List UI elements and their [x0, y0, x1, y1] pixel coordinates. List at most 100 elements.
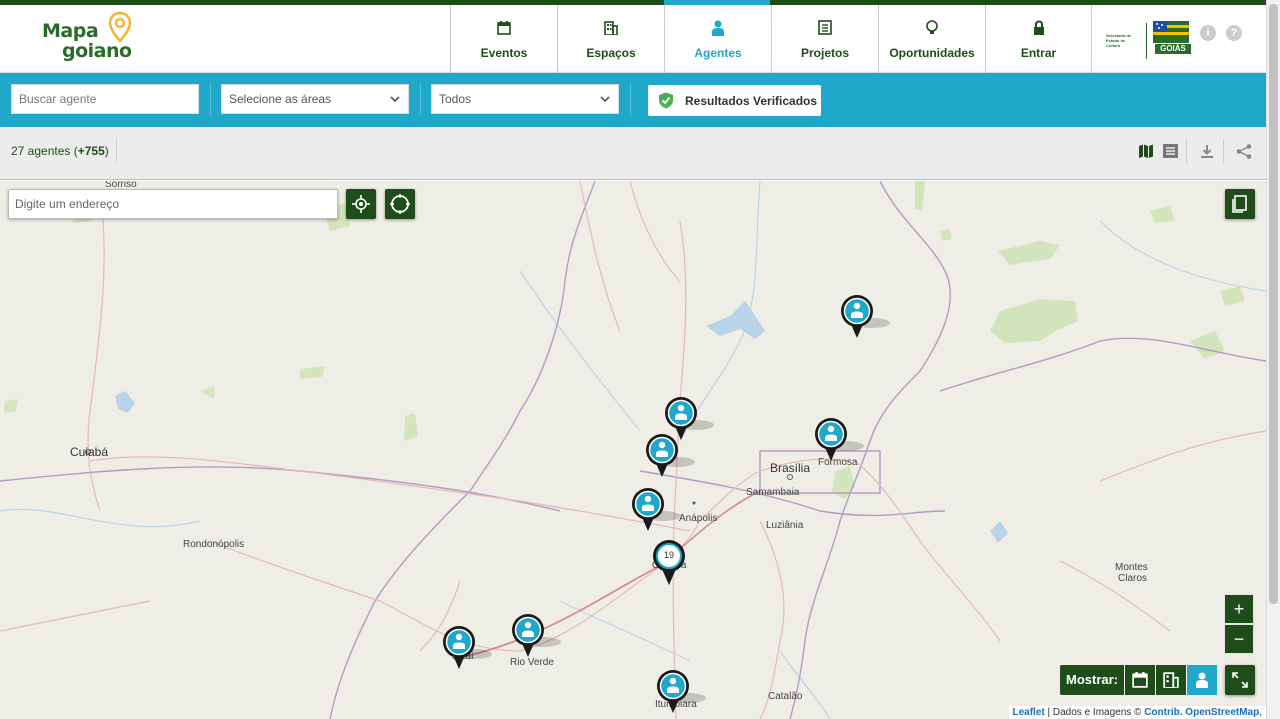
show-spaces-toggle[interactable] [1155, 665, 1186, 695]
header: Mapa goiano Eventos Espaços Agentes Proj… [0, 5, 1266, 73]
building-icon [604, 20, 618, 35]
agent-marker[interactable] [631, 487, 681, 535]
city-label: Catalão [768, 691, 803, 702]
show-label: Mostrar: [1066, 672, 1119, 687]
nav-espacos[interactable]: Espaços [557, 5, 664, 73]
filter-bar: Buscar agente Selecione as áreas Todos R… [0, 73, 1266, 127]
map-view-icon[interactable] [1136, 141, 1156, 161]
city-label: Cuiabá [70, 445, 109, 459]
download-icon[interactable] [1197, 141, 1217, 161]
cluster-count: 19 [663, 550, 674, 560]
building-icon [1163, 672, 1179, 688]
gov-secretaria-text: Secretaria de Estado de Cultura [1106, 33, 1132, 48]
layers-icon [1232, 195, 1247, 213]
show-events-toggle[interactable] [1124, 665, 1155, 695]
target-circle-icon [390, 194, 410, 214]
person-icon [1196, 672, 1209, 688]
chevron-down-icon [600, 96, 610, 103]
nav-oportunidades-label: Oportunidades [889, 45, 975, 60]
city-label: Samambaia [746, 487, 800, 498]
verified-results-toggle[interactable]: Resultados Verificados [648, 85, 821, 116]
scrollbar-thumb[interactable] [1269, 4, 1278, 604]
fullscreen-button[interactable] [1225, 665, 1255, 695]
city-label: Rondonópolis [183, 539, 245, 550]
agent-marker[interactable] [442, 625, 492, 673]
results-count-close: ) [104, 144, 109, 158]
list-view-icon[interactable] [1160, 141, 1180, 161]
search-agent-input[interactable]: Buscar agente [11, 84, 199, 114]
lightbulb-icon [926, 19, 938, 34]
results-count: 27 agentes (+755) [11, 144, 109, 158]
goias-flag-icon [1153, 21, 1189, 43]
toolbar-divider [1186, 139, 1187, 163]
show-agents-toggle[interactable] [1186, 665, 1218, 695]
attribution-end: , [1259, 707, 1262, 718]
calendar-icon [497, 20, 511, 35]
nav-eventos-label: Eventos [480, 45, 528, 60]
show-layers-control: Mostrar: [1060, 665, 1218, 695]
results-divider [116, 138, 117, 162]
filter-divider [630, 83, 631, 115]
toolbar-divider [1223, 139, 1224, 163]
page-scrollbar[interactable] [1266, 0, 1280, 719]
agent-marker[interactable] [814, 417, 864, 465]
city-label: Montes [1115, 562, 1148, 573]
city-label: Luziânia [766, 520, 804, 531]
gov-divider [1146, 23, 1147, 59]
filter-divider [210, 83, 211, 115]
agent-marker[interactable] [656, 669, 706, 717]
logo-line-1: Mapa [42, 20, 99, 42]
logo-line-2: goiano [62, 40, 132, 62]
city-label: Claros [1118, 573, 1147, 584]
zoom-out-button[interactable]: − [1224, 624, 1254, 654]
type-select[interactable]: Todos [431, 84, 619, 114]
verified-results-label: Resultados Verificados [685, 93, 818, 108]
view-toolbar [1132, 139, 1254, 163]
crosshair-icon [352, 195, 370, 213]
city-label: Brasília [770, 461, 811, 475]
results-count-text: 27 agentes ( [11, 144, 78, 158]
gov-state-label: GOIÁS [1155, 44, 1191, 54]
radius-search-button[interactable] [385, 189, 415, 219]
layers-button[interactable] [1225, 189, 1255, 219]
results-bar: 27 agentes (+755) [0, 127, 1266, 180]
agent-marker[interactable] [511, 613, 561, 661]
verified-shield-icon [659, 92, 673, 109]
help-icon[interactable]: ? [1226, 25, 1242, 41]
osm-link[interactable]: Contrib. OpenStreetMap [1144, 707, 1259, 718]
goias-government-logo: Secretaria de Estado de Cultura GOIÁS [1106, 21, 1192, 61]
nav-entrar-label: Entrar [1020, 45, 1057, 60]
expand-icon [1232, 672, 1248, 688]
zoom-in-button[interactable]: + [1224, 594, 1254, 624]
map-attribution: Leaflet | Dados e Imagens © Contrib. Ope… [1008, 706, 1266, 719]
share-icon[interactable] [1234, 141, 1254, 161]
address-search-input[interactable]: Digite um endereço [8, 189, 338, 219]
locate-me-button[interactable] [346, 189, 376, 219]
agents-map[interactable]: Sorriso Cuiabá Rondonópolis Brasília For… [0, 181, 1266, 719]
areas-select[interactable]: Selecione as áreas [221, 84, 409, 114]
cluster-marker[interactable]: 19 [652, 539, 686, 587]
nav-agentes[interactable]: Agentes [664, 5, 771, 73]
nav-oportunidades[interactable]: Oportunidades [878, 5, 985, 73]
type-select-value: Todos [439, 92, 472, 106]
map-basemap [0, 181, 1266, 719]
info-icon[interactable]: i [1200, 25, 1216, 41]
cluster-pin-icon [653, 540, 685, 585]
leaflet-link[interactable]: Leaflet [1013, 707, 1045, 718]
chevron-down-icon [390, 96, 400, 103]
mapa-goiano-logo[interactable]: Mapa goiano [38, 11, 138, 69]
person-icon [712, 20, 724, 36]
calendar-icon [1132, 672, 1148, 688]
filter-divider [420, 83, 421, 115]
attribution-text: | Dados e Imagens © [1044, 707, 1145, 718]
main-nav: Eventos Espaços Agentes Projetos Oportun… [450, 5, 1092, 73]
agent-marker[interactable] [840, 294, 890, 342]
nav-eventos[interactable]: Eventos [450, 5, 557, 73]
nav-agentes-label: Agentes [694, 45, 742, 60]
lock-icon [1033, 20, 1044, 35]
nav-entrar[interactable]: Entrar [985, 5, 1092, 73]
nav-projetos[interactable]: Projetos [771, 5, 878, 73]
map-pin-icon [108, 11, 132, 43]
agent-marker[interactable] [645, 433, 695, 481]
nav-projetos-label: Projetos [800, 45, 849, 60]
